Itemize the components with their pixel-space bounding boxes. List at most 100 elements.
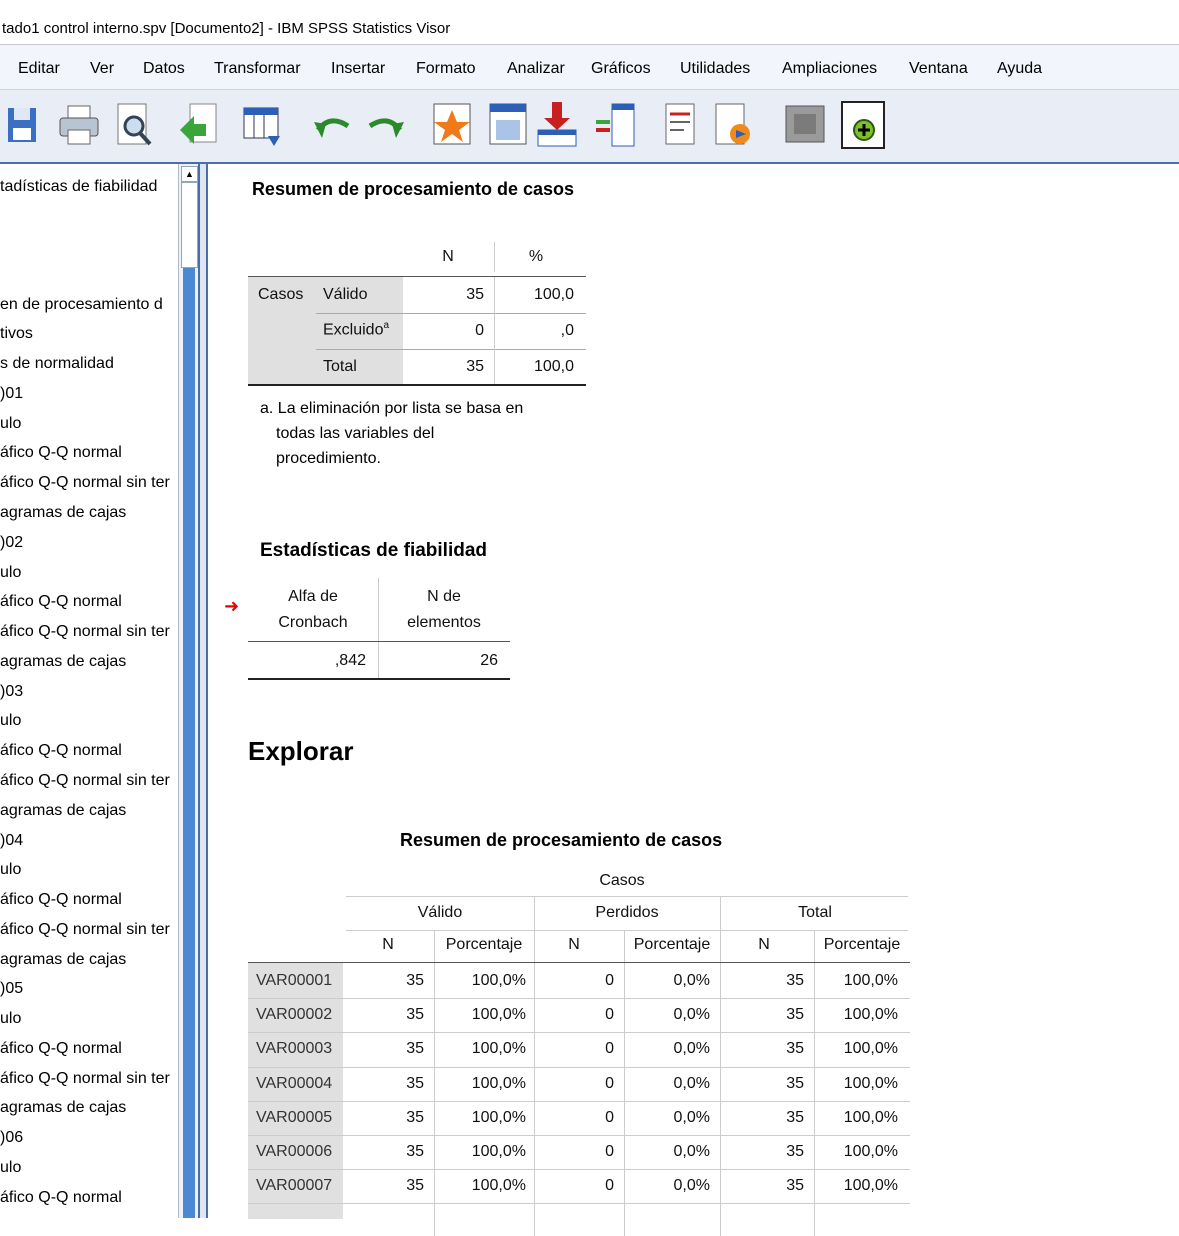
explore-cell-total-n: 35: [786, 1143, 804, 1160]
menu-analizar[interactable]: Analizar: [507, 60, 565, 78]
explore-cell-valid-pct: 100,0%: [471, 1143, 526, 1160]
explore-cell-total-pct: 100,0%: [843, 1006, 898, 1024]
col-header-alpha: Alfa de Cronbach: [278, 588, 348, 631]
outline-item[interactable]: )02: [0, 534, 23, 552]
print-preview-icon[interactable]: [112, 100, 158, 150]
outline-item[interactable]: ulo: [0, 861, 21, 879]
explore-cell-total-pct: 100,0%: [843, 972, 898, 989]
goto-data-icon[interactable]: [240, 100, 286, 150]
outline-item[interactable]: ulo: [0, 564, 21, 582]
outline-item[interactable]: ulo: [0, 712, 21, 730]
redo-icon[interactable]: [362, 100, 408, 150]
scrollbar-thumb[interactable]: [181, 182, 198, 268]
total-n: 35: [466, 358, 484, 375]
outline-item[interactable]: áfico Q-Q normal: [0, 742, 122, 760]
outline-item[interactable]: agramas de cajas: [0, 1099, 126, 1117]
insert-table-icon[interactable]: [592, 100, 638, 150]
insert-text-icon[interactable]: [660, 100, 706, 150]
row-divider: [248, 1066, 910, 1068]
goto-variable-icon[interactable]: [486, 100, 532, 150]
insert-chart-icon[interactable]: [710, 100, 756, 150]
outline-item[interactable]: áfico Q-Q normal sin ter: [0, 623, 170, 641]
export-icon[interactable]: [176, 100, 222, 150]
outline-item[interactable]: áfico Q-Q normal: [0, 1189, 122, 1207]
outline-item[interactable]: agramas de cajas: [0, 653, 126, 671]
outline-item[interactable]: áfico Q-Q normal: [0, 444, 122, 462]
outline-item[interactable]: agramas de cajas: [0, 802, 126, 820]
explore-cell-var-name: VAR00001: [256, 972, 333, 989]
explore-cell-total-pct: 100,0%: [843, 1143, 898, 1160]
promote-icon[interactable]: [782, 100, 828, 150]
outline-item[interactable]: áfico Q-Q normal: [0, 593, 122, 611]
outline-item[interactable]: tadísticas de fiabilidad: [0, 178, 157, 196]
outline-item[interactable]: )04: [0, 832, 23, 850]
row-divider: [248, 1135, 910, 1136]
outline-item[interactable]: ulo: [0, 415, 21, 433]
outline-scrollbar[interactable]: ▲: [178, 164, 199, 1218]
outline-item[interactable]: áfico Q-Q normal: [0, 891, 122, 909]
outline-pane[interactable]: tadísticas de fiabilidad en de procesami…: [0, 164, 180, 1218]
excluido-pct: ,0: [560, 322, 574, 339]
outline-item[interactable]: )05: [0, 980, 23, 998]
explore-cell-total-n: 35: [786, 1177, 804, 1195]
outline-item[interactable]: áfico Q-Q normal sin ter: [0, 921, 170, 939]
outline-item[interactable]: tivos: [0, 325, 33, 343]
explore-cell-valid-pct: 100,0%: [471, 1040, 526, 1058]
insert-output-icon[interactable]: [534, 100, 580, 150]
explore-cell-valid-n: 35: [406, 1040, 424, 1058]
explore-cell-valid-pct: 100,0%: [471, 972, 526, 989]
menu-editar[interactable]: Editar: [18, 60, 60, 78]
outline-item[interactable]: ulo: [0, 1010, 21, 1028]
explore-cell-total-n: 35: [786, 1006, 804, 1024]
goto-case-icon[interactable]: [430, 100, 476, 150]
menu-ver[interactable]: Ver: [90, 60, 114, 78]
save-icon[interactable]: [4, 100, 40, 150]
outline-item[interactable]: ulo: [0, 1159, 21, 1177]
pane-splitter[interactable]: [198, 164, 208, 1218]
total-pct: 100,0: [533, 358, 574, 375]
header-valido: Válido: [417, 904, 463, 921]
explore-cell-valid-n: 35: [406, 972, 424, 989]
outline-item[interactable]: agramas de cajas: [0, 951, 126, 969]
col-header-n: N: [442, 248, 454, 265]
menu-graficos[interactable]: Gráficos: [591, 60, 651, 78]
outline-item[interactable]: áfico Q-Q normal sin ter: [0, 474, 170, 492]
menu-transformar[interactable]: Transformar: [214, 60, 301, 78]
reliability-title: Estadísticas de fiabilidad: [260, 540, 488, 561]
outline-item[interactable]: s de normalidad: [0, 355, 114, 373]
sub-porcentaje: Porcentaje: [445, 936, 523, 953]
scroll-up-icon[interactable]: ▲: [181, 166, 198, 182]
sub-porcentaje: Porcentaje: [823, 936, 901, 953]
explore-cell-missing-n: 0: [605, 1040, 614, 1058]
sub-n: N: [382, 936, 394, 953]
print-icon[interactable]: [56, 100, 102, 150]
menu-ampliaciones[interactable]: Ampliaciones: [782, 60, 877, 78]
explore-cell-valid-pct: 100,0%: [471, 1177, 526, 1195]
menu-ventana[interactable]: Ventana: [909, 60, 968, 78]
explore-cell-total-pct: 100,0%: [843, 1040, 898, 1058]
designate-window-icon[interactable]: [840, 100, 886, 150]
col-header-pct: %: [528, 248, 544, 265]
outline-item[interactable]: )01: [0, 385, 23, 403]
scrollbar-track[interactable]: [183, 268, 195, 1218]
explore-cell-missing-pct: 0,0%: [673, 1040, 710, 1058]
outline-item[interactable]: agramas de cajas: [0, 504, 126, 522]
row-divider: [248, 1169, 910, 1171]
menu-formato[interactable]: Formato: [416, 60, 476, 78]
menu-datos[interactable]: Datos: [143, 60, 185, 78]
col-header-items: N de elementos: [407, 588, 481, 631]
menu-insertar[interactable]: Insertar: [331, 60, 385, 78]
menu-ayuda[interactable]: Ayuda: [997, 60, 1042, 78]
header-casos: Casos: [599, 872, 645, 889]
outline-item[interactable]: )06: [0, 1129, 23, 1147]
outline-item[interactable]: áfico Q-Q normal: [0, 1040, 122, 1058]
outline-item[interactable]: áfico Q-Q normal sin ter: [0, 772, 170, 790]
outline-item[interactable]: )03: [0, 683, 23, 701]
row-label-total: Total: [323, 358, 357, 375]
menu-utilidades[interactable]: Utilidades: [680, 60, 750, 78]
undo-icon[interactable]: [310, 100, 356, 150]
outline-item[interactable]: en de procesamiento d: [0, 296, 163, 314]
sub-n: N: [758, 936, 770, 953]
toolbar: [0, 90, 1179, 164]
outline-item[interactable]: áfico Q-Q normal sin ter: [0, 1070, 170, 1088]
